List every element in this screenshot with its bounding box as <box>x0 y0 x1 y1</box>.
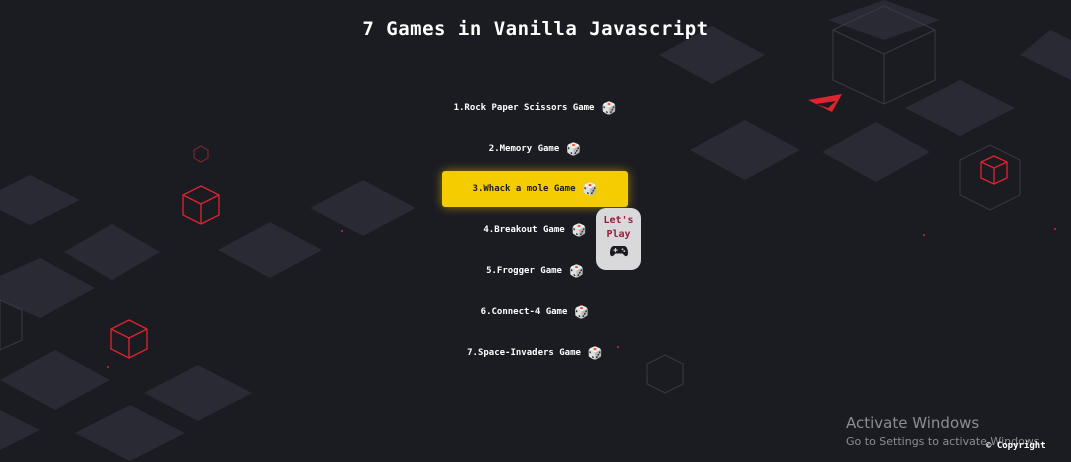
copyright-icon: © <box>986 441 992 451</box>
dice-icon: 🎲 <box>587 346 603 360</box>
menu-item-label: 7.Space-Invaders Game <box>467 348 581 358</box>
menu-item-whack-a-mole[interactable]: 3.Whack a mole Game 🎲 <box>442 171 628 207</box>
menu-item-label: 2.Memory Game <box>488 144 560 154</box>
menu-item-memory[interactable]: 2.Memory Game 🎲 <box>442 131 628 167</box>
dice-icon: 🎲 <box>571 223 587 237</box>
dice-icon: 🎲 <box>582 182 598 196</box>
dice-icon: 🎲 <box>566 142 582 156</box>
menu-item-label: 1.Rock Paper Scissors Game <box>453 103 595 113</box>
menu-item-space-invaders[interactable]: 7.Space-Invaders Game 🎲 <box>442 335 628 371</box>
dice-icon: 🎲 <box>601 101 617 115</box>
dice-icon: 🎲 <box>574 305 590 319</box>
games-menu: 1.Rock Paper Scissors Game 🎲 2.Memory Ga… <box>0 0 1071 462</box>
watermark-title: Activate Windows <box>846 414 980 432</box>
copyright-footer: © Copyright <box>986 441 1046 451</box>
dice-icon: 🎲 <box>568 264 584 278</box>
gamepad-icon <box>609 246 628 257</box>
lets-play-tooltip: Let's Play <box>596 208 641 270</box>
menu-item-label: 5.Frogger Game <box>486 266 562 276</box>
menu-item-label: 3.Whack a mole Game <box>472 184 576 194</box>
tooltip-line-2: Play <box>606 229 631 240</box>
menu-item-label: 4.Breakout Game <box>483 225 565 235</box>
copyright-label: Copyright <box>996 441 1046 451</box>
menu-item-label: 6.Connect-4 Game <box>480 307 568 317</box>
tooltip-line-1: Let's <box>603 215 634 226</box>
menu-item-rock-paper-scissors[interactable]: 1.Rock Paper Scissors Game 🎲 <box>442 90 628 126</box>
menu-item-connect-4[interactable]: 6.Connect-4 Game 🎲 <box>442 294 628 330</box>
